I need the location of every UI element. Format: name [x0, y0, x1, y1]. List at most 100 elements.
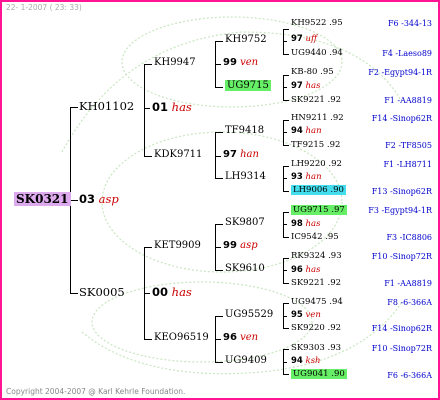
- connector: [283, 29, 289, 30]
- connector: [283, 374, 289, 375]
- breeder-code: has: [171, 100, 192, 114]
- connector: [215, 270, 223, 271]
- root-queen[interactable]: SK0321: [14, 192, 71, 206]
- gen4-top[interactable]: UG9715 .97: [291, 205, 347, 215]
- gen3-node[interactable]: UG9409: [225, 356, 267, 366]
- connector: [283, 178, 287, 179]
- connector: [283, 362, 287, 363]
- gen3-node[interactable]: UG9715: [225, 80, 271, 91]
- breeder-code: ven: [305, 310, 321, 320]
- connector: [70, 200, 78, 201]
- gen1-year-breeder: 03 asp: [79, 192, 119, 206]
- gen4-top[interactable]: SK9303 .93: [291, 344, 341, 353]
- breeder-code: asp: [240, 240, 258, 251]
- gen4-year-breeder: 97 has: [291, 82, 320, 91]
- connector: [144, 108, 150, 109]
- gen2-node[interactable]: KET9909: [154, 241, 201, 251]
- year-number: 96: [223, 332, 237, 343]
- lineage-label: F1 -AA8819: [384, 96, 432, 105]
- lineage-label: F3 -IC8806: [386, 233, 432, 242]
- lineage-label: F6 -344-13: [387, 19, 432, 28]
- gen3-year-breeder: 99 asp: [223, 241, 258, 251]
- connector: [283, 270, 287, 271]
- gen3-year-breeder: 99 ven: [223, 58, 258, 68]
- lineage-label: F3 -Egypt94-1R: [368, 206, 432, 215]
- gen4-bottom[interactable]: IC9542 .95: [291, 233, 339, 242]
- connector: [144, 64, 145, 156]
- gen4-bottom[interactable]: TF9215 .92: [291, 141, 340, 150]
- year-number: 97: [291, 81, 303, 91]
- gen4-bottom[interactable]: LH9006 .90: [291, 185, 346, 195]
- gen4-bottom[interactable]: UG9041 .90: [291, 369, 347, 379]
- connector: [283, 212, 289, 213]
- lineage-label: F2 -TF8505: [385, 141, 432, 150]
- gen3-node[interactable]: SK9610: [225, 264, 265, 274]
- gen4-top[interactable]: HN9211 .92: [291, 114, 344, 123]
- connector: [283, 145, 289, 146]
- year-number: 99: [223, 57, 237, 68]
- connector: [283, 132, 287, 133]
- connector: [70, 107, 78, 108]
- connector: [283, 191, 289, 192]
- breeder-code: asp: [98, 192, 119, 206]
- year-number: 94: [291, 356, 303, 366]
- gen4-bottom[interactable]: UG9440 .94: [291, 49, 343, 58]
- gen4-year-breeder: 98 has: [291, 220, 320, 229]
- lineage-label: F13 -Sinop62R: [371, 187, 432, 196]
- lineage-label: F14 -Sinop62R: [371, 324, 432, 333]
- connector: [283, 328, 289, 329]
- connector: [283, 237, 289, 238]
- connector: [215, 87, 223, 88]
- gen2-year-breeder: 00 has: [152, 286, 192, 299]
- lineage-label: F6 -6-366A: [387, 371, 432, 380]
- connector: [283, 41, 287, 42]
- lineage-label: F1 -AA8819: [384, 279, 432, 288]
- breeder-code: has: [305, 219, 321, 229]
- gen1-dam[interactable]: SK0005: [79, 286, 125, 299]
- gen4-year-breeder: 96 has: [291, 266, 320, 275]
- connector: [215, 41, 223, 42]
- year-number: 03: [79, 192, 96, 206]
- gen4-top[interactable]: UG9475 .94: [291, 298, 343, 307]
- highlighted-name: UG9715: [225, 80, 271, 91]
- breeder-code: han: [305, 172, 322, 182]
- lineage-label: F2 -Egypt94-1R: [368, 68, 432, 77]
- gen4-top[interactable]: RK9324 .93: [291, 252, 342, 261]
- gen4-top[interactable]: LH9220 .92: [291, 160, 342, 169]
- gen2-node[interactable]: KDK9711: [154, 150, 202, 160]
- gen3-node[interactable]: LH9314: [225, 172, 266, 182]
- connector: [144, 339, 152, 340]
- gen3-node[interactable]: KH9752: [225, 35, 267, 45]
- gen4-bottom[interactable]: SK9221 .92: [291, 96, 341, 105]
- gen2-node[interactable]: KH9947: [154, 58, 196, 68]
- gen4-year-breeder: 93 han: [291, 173, 322, 182]
- connector: [215, 316, 223, 317]
- breeder-code: has: [305, 265, 321, 275]
- gen4-bottom[interactable]: SK9220 .92: [291, 324, 341, 333]
- connector: [215, 178, 223, 179]
- connector: [144, 293, 150, 294]
- gen3-node[interactable]: SK9807: [225, 218, 265, 228]
- gen1-sire[interactable]: KH01102: [79, 100, 134, 113]
- lineage-label: F1 -LH8711: [383, 160, 432, 169]
- gen3-node[interactable]: UG95529: [225, 310, 273, 320]
- year-number: 93: [291, 172, 303, 182]
- connector: [283, 303, 289, 304]
- gen4-top[interactable]: KH9522 .95: [291, 19, 343, 28]
- gen4-top[interactable]: KB-80 .95: [291, 68, 334, 77]
- year-number: 97: [223, 149, 237, 160]
- gen3-node[interactable]: TF9418: [225, 126, 264, 136]
- lineage-label: F14 -Sinop62R: [371, 114, 432, 123]
- timestamp-header: 22- 1-2007 ( 23: 33): [6, 3, 82, 12]
- highlighted-name: UG9715 .97: [291, 205, 347, 215]
- connector: [215, 247, 221, 248]
- gen2-node[interactable]: KEO96519: [154, 333, 209, 343]
- connector: [215, 64, 221, 65]
- connector: [283, 120, 289, 121]
- breeder-code: ksh: [305, 356, 321, 366]
- gen4-bottom[interactable]: SK9221 .92: [291, 279, 341, 288]
- connector: [215, 132, 223, 133]
- connector: [144, 156, 152, 157]
- breeder-code: has: [305, 81, 321, 91]
- connector: [283, 224, 287, 225]
